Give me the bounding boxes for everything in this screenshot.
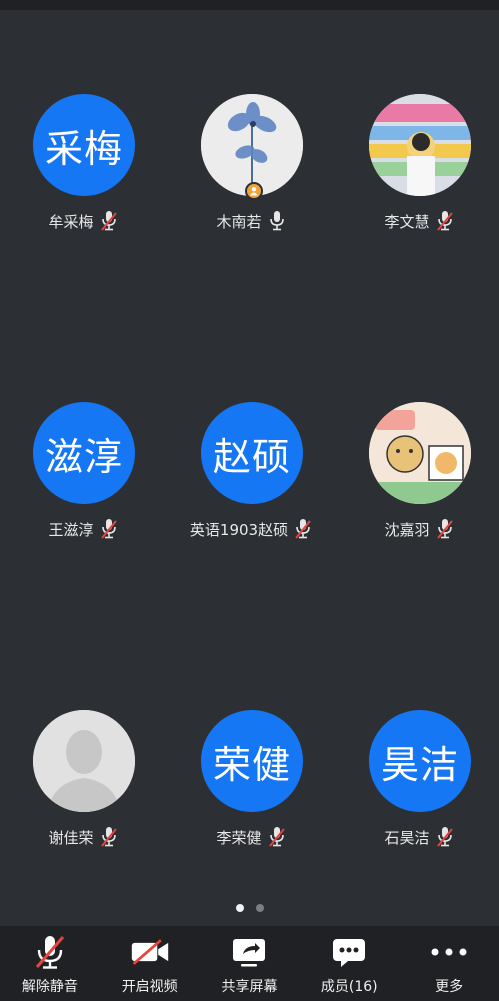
participant-name: 李荣健 <box>216 828 262 847</box>
share-screen-button[interactable]: 共享屏幕 <box>200 926 300 1001</box>
participant-name-row: 李荣健 <box>176 825 326 849</box>
members-chat-icon <box>333 939 366 967</box>
participant-tile[interactable]: 昊洁 石昊洁 <box>344 710 494 870</box>
mic-muted-icon <box>295 519 311 539</box>
avatar <box>369 94 471 196</box>
participant-tile[interactable]: 谢佳荣 <box>8 710 158 870</box>
avatar: 采梅 <box>33 94 135 196</box>
mic-muted-icon <box>100 519 117 539</box>
avatar: 荣健 <box>201 710 303 812</box>
more-label: 更多 <box>435 979 464 995</box>
participant-name-row: 谢佳荣 <box>8 825 158 849</box>
share-screen-icon <box>233 939 266 967</box>
participant-name: 谢佳荣 <box>48 828 94 847</box>
participant-tile[interactable]: 赵硕 英语1903赵硕 <box>176 402 326 562</box>
participant-name-row: 沈嘉羽 <box>344 517 494 541</box>
unmute-label: 解除静音 <box>21 979 78 995</box>
share-screen-label: 共享屏幕 <box>221 979 278 995</box>
mic-muted-icon <box>268 827 285 847</box>
avatar-image <box>201 94 303 196</box>
unmute-button[interactable]: 解除静音 <box>0 926 100 1001</box>
avatar <box>201 94 303 196</box>
participant-name: 王滋淳 <box>48 520 94 539</box>
mic-muted-icon <box>100 211 117 231</box>
mic-muted-icon <box>436 519 453 539</box>
start-video-label: 开启视频 <box>121 979 178 995</box>
participant-tile[interactable]: 采梅 牟采梅 <box>8 94 158 254</box>
participant-name: 牟采梅 <box>48 212 94 231</box>
participant-name: 李文慧 <box>384 212 430 231</box>
participant-tile[interactable]: 木南若 <box>176 94 326 254</box>
avatar <box>369 402 471 504</box>
host-badge-icon <box>245 182 263 200</box>
participant-name: 石昊洁 <box>384 828 430 847</box>
avatar: 赵硕 <box>201 402 303 504</box>
mic-muted-icon <box>436 827 453 847</box>
mic-on-icon <box>269 211 284 231</box>
participant-name-row: 李文慧 <box>344 209 494 233</box>
avatar: 昊洁 <box>369 710 471 812</box>
mic-muted-icon <box>436 211 453 231</box>
avatar: 滋淳 <box>33 402 135 504</box>
page-dot[interactable] <box>255 904 264 912</box>
page-dot-active[interactable] <box>235 904 244 912</box>
meeting-toolbar: 解除静音 开启视频 共享屏幕 成员(16) 更多 <box>0 926 499 1001</box>
members-label: 成员(16) <box>320 979 378 995</box>
mic-muted-icon <box>35 936 65 969</box>
video-off-icon <box>131 939 168 965</box>
start-video-button[interactable]: 开启视频 <box>100 926 200 1001</box>
more-icon <box>431 948 467 956</box>
avatar <box>33 710 135 812</box>
participant-tile[interactable]: 滋淳 王滋淳 <box>8 402 158 562</box>
participant-name-row: 木南若 <box>176 209 326 233</box>
avatar-image <box>369 94 471 196</box>
participant-name-row: 王滋淳 <box>8 517 158 541</box>
page-indicator[interactable] <box>0 904 499 914</box>
participant-name-row: 牟采梅 <box>8 209 158 233</box>
participant-name: 沈嘉羽 <box>384 520 430 539</box>
participant-tile[interactable]: 李文慧 <box>344 94 494 254</box>
participant-tile[interactable]: 沈嘉羽 <box>344 402 494 562</box>
more-button[interactable]: 更多 <box>399 926 499 1001</box>
participant-name-row: 石昊洁 <box>344 825 494 849</box>
avatar-image <box>369 402 471 504</box>
participant-name: 木南若 <box>216 212 262 231</box>
default-avatar-icon <box>33 710 135 812</box>
participant-name: 英语1903赵硕 <box>189 520 289 539</box>
meeting-screen: 采梅 牟采梅 木南若 李文慧 滋淳 王滋淳 赵硕 英语1903赵硕 沈嘉羽 谢佳… <box>0 0 499 1001</box>
mic-muted-icon <box>100 827 117 847</box>
participant-name-row: 英语1903赵硕 <box>176 517 326 541</box>
members-button[interactable]: 成员(16) <box>299 926 399 1001</box>
participant-tile[interactable]: 荣健 李荣健 <box>176 710 326 870</box>
status-bar <box>0 0 499 10</box>
